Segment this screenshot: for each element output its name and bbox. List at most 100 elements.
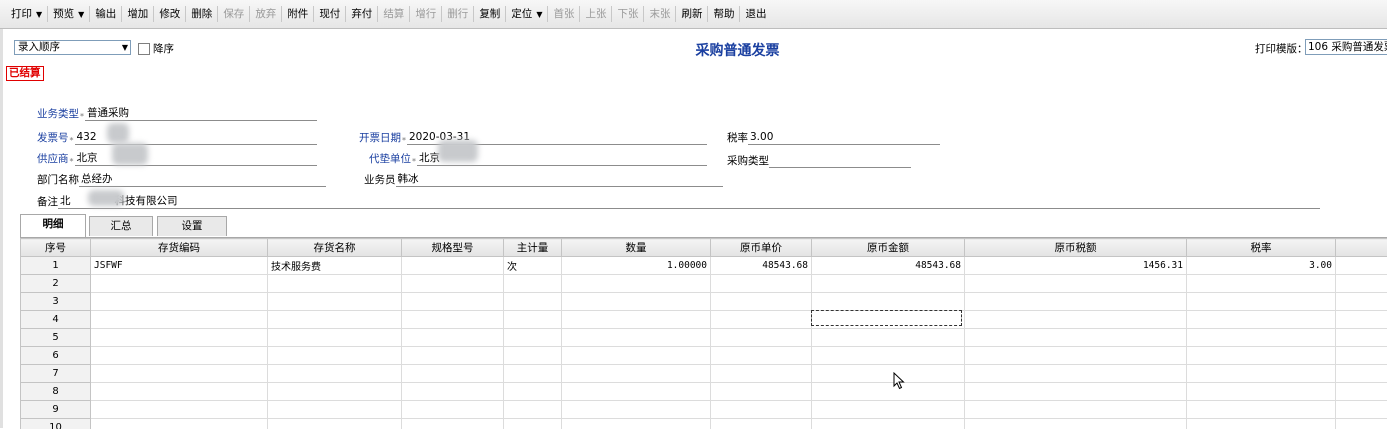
- toolbar-button-18[interactable]: 下张: [612, 5, 643, 23]
- grid-cell[interactable]: [711, 293, 812, 311]
- grid-cell[interactable]: [1336, 401, 1387, 419]
- grid-cell[interactable]: [1336, 311, 1387, 329]
- tab-summary[interactable]: 汇总: [89, 216, 153, 236]
- grid-cell[interactable]: [562, 401, 711, 419]
- table-row[interactable]: 1JSFWF技术服务费次1.0000048543.6848543.681456.…: [21, 257, 1387, 275]
- grid-cell[interactable]: [91, 365, 268, 383]
- grid-cell[interactable]: [562, 383, 711, 401]
- toolbar-button-9[interactable]: 现付: [314, 5, 345, 23]
- chevron-down-icon[interactable]: ▼: [122, 41, 128, 54]
- table-row[interactable]: 8: [21, 383, 1387, 401]
- table-row[interactable]: 10: [21, 419, 1387, 429]
- toolbar-button-20[interactable]: 刷新: [676, 5, 707, 23]
- grid-cell[interactable]: [268, 401, 402, 419]
- col-header-spec[interactable]: 规格型号: [402, 239, 504, 257]
- grid-cell[interactable]: [711, 347, 812, 365]
- grid-cell[interactable]: [402, 275, 504, 293]
- grid-cell[interactable]: [268, 293, 402, 311]
- grid-cell[interactable]: [504, 347, 562, 365]
- toolbar-button-2[interactable]: 输出: [90, 5, 121, 23]
- grid-cell[interactable]: [402, 383, 504, 401]
- grid-cell[interactable]: [812, 401, 965, 419]
- grid-cell[interactable]: [812, 365, 965, 383]
- grid-cell[interactable]: [711, 401, 812, 419]
- tax-rate-input[interactable]: 3.00: [748, 131, 940, 145]
- grid-cell[interactable]: [1336, 329, 1387, 347]
- descending-checkbox[interactable]: 降序: [138, 41, 174, 56]
- grid-cell[interactable]: [1187, 311, 1336, 329]
- toolbar-button-11[interactable]: 结算: [378, 5, 409, 23]
- grid-cell[interactable]: [402, 311, 504, 329]
- grid-cell[interactable]: [504, 401, 562, 419]
- table-row[interactable]: 5: [21, 329, 1387, 347]
- toolbar-button-5[interactable]: 删除: [186, 5, 217, 23]
- grid-cell[interactable]: [965, 347, 1187, 365]
- tab-detail[interactable]: 明细: [20, 214, 86, 237]
- grid-cell[interactable]: [1187, 347, 1336, 365]
- remark-input[interactable]: 北科技有限公司: [58, 195, 1320, 209]
- toolbar-button-16[interactable]: 首张: [548, 5, 579, 23]
- grid-cell[interactable]: [965, 293, 1187, 311]
- grid-cell[interactable]: [711, 365, 812, 383]
- grid-cell[interactable]: [1187, 401, 1336, 419]
- grid-cell[interactable]: [965, 383, 1187, 401]
- grid-cell[interactable]: [1336, 293, 1387, 311]
- purchase-type-input[interactable]: [769, 154, 911, 168]
- toolbar-button-0[interactable]: 打印▼: [6, 5, 47, 23]
- grid-cell[interactable]: [1187, 419, 1336, 429]
- grid-cell[interactable]: [91, 419, 268, 429]
- chevron-down-icon[interactable]: ▼: [536, 10, 542, 19]
- toolbar-button-10[interactable]: 弃付: [346, 5, 377, 23]
- grid-cell[interactable]: [1187, 365, 1336, 383]
- grid-cell[interactable]: [711, 383, 812, 401]
- grid-cell[interactable]: [504, 293, 562, 311]
- grid-cell[interactable]: [268, 329, 402, 347]
- supplier-input[interactable]: 北京: [75, 152, 317, 166]
- col-header-seq[interactable]: 序号: [21, 239, 91, 257]
- grid-cell[interactable]: [812, 275, 965, 293]
- grid-cell[interactable]: [562, 311, 711, 329]
- grid-cell[interactable]: 次: [504, 257, 562, 275]
- grid-cell[interactable]: [965, 419, 1187, 429]
- toolbar-button-19[interactable]: 末张: [644, 5, 675, 23]
- grid-cell[interactable]: [1336, 419, 1387, 429]
- grid-cell[interactable]: [812, 329, 965, 347]
- grid-cell[interactable]: [562, 365, 711, 383]
- toolbar-button-1[interactable]: 预览▼: [48, 5, 89, 23]
- grid-cell[interactable]: [562, 347, 711, 365]
- grid-cell[interactable]: [402, 329, 504, 347]
- grid-cell[interactable]: [268, 383, 402, 401]
- grid-cell[interactable]: [965, 329, 1187, 347]
- grid-cell[interactable]: [504, 311, 562, 329]
- grid-cell[interactable]: [504, 329, 562, 347]
- col-header-qty[interactable]: 数量: [562, 239, 711, 257]
- grid-cell[interactable]: [91, 329, 268, 347]
- chevron-down-icon[interactable]: ▼: [78, 10, 84, 19]
- grid-cell[interactable]: [504, 419, 562, 429]
- business-type-input[interactable]: 普通采购: [85, 107, 317, 121]
- grid-cell[interactable]: 1456.31: [965, 257, 1187, 275]
- col-header-unit[interactable]: 主计量: [504, 239, 562, 257]
- grid-cell[interactable]: [91, 293, 268, 311]
- grid-cell[interactable]: [402, 365, 504, 383]
- grid-cell[interactable]: [91, 311, 268, 329]
- grid-cell[interactable]: [1187, 329, 1336, 347]
- grid-cell[interactable]: [711, 275, 812, 293]
- table-row[interactable]: 9: [21, 401, 1387, 419]
- grid-cell[interactable]: [965, 275, 1187, 293]
- grid-cell[interactable]: [711, 329, 812, 347]
- grid-cell[interactable]: [1336, 275, 1387, 293]
- grid-cell[interactable]: [402, 401, 504, 419]
- department-input[interactable]: 总经办: [79, 173, 326, 187]
- grid-cell[interactable]: 48543.68: [812, 257, 965, 275]
- print-template-select[interactable]: 106 采购普通发票: [1305, 39, 1387, 55]
- toolbar-button-6[interactable]: 保存: [218, 5, 249, 23]
- col-header-name[interactable]: 存货名称: [268, 239, 402, 257]
- grid-cell[interactable]: [1336, 383, 1387, 401]
- grid-cell[interactable]: JSFWF: [91, 257, 268, 275]
- toolbar-button-4[interactable]: 修改: [154, 5, 185, 23]
- grid-cell[interactable]: 48543.68: [711, 257, 812, 275]
- tab-settings[interactable]: 设置: [157, 216, 227, 236]
- grid-cell[interactable]: [562, 293, 711, 311]
- grid-cell[interactable]: 1.00000: [562, 257, 711, 275]
